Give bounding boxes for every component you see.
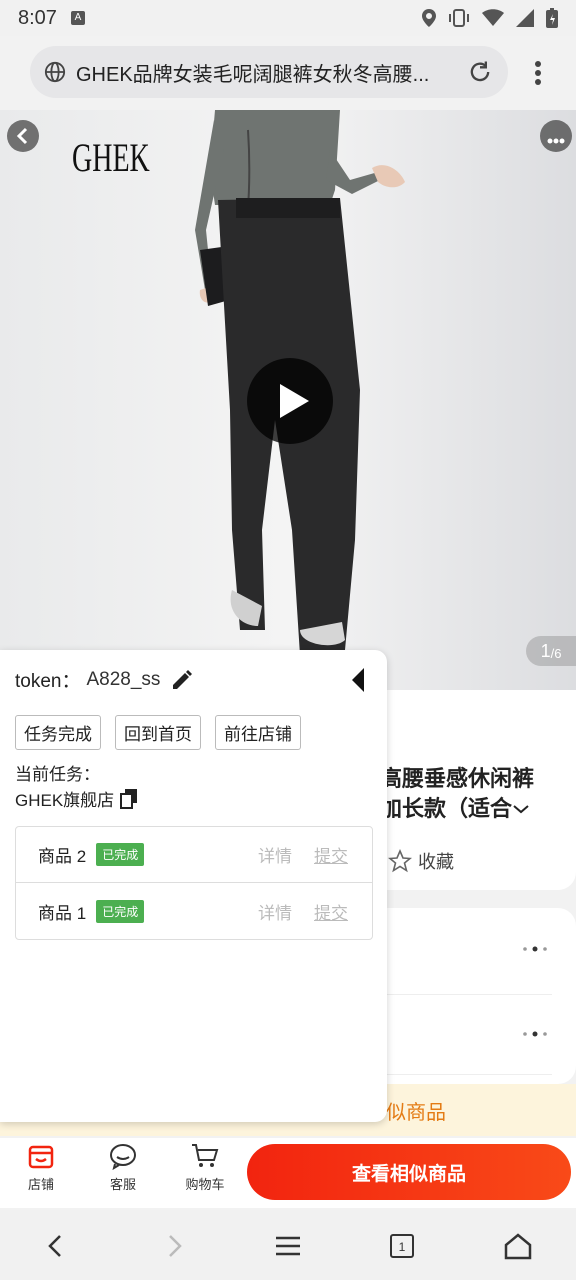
url-text[interactable]: GHEK品牌女装毛呢阔腿裤女秋冬高腰...	[76, 58, 460, 87]
forward-icon[interactable]	[158, 1230, 190, 1262]
battery-icon	[546, 8, 558, 28]
reload-icon[interactable]	[466, 58, 494, 86]
favorite-button[interactable]: 收藏	[388, 848, 454, 874]
task-complete-button[interactable]: 任务完成	[15, 715, 101, 750]
go-home-button[interactable]: 回到首页	[115, 715, 201, 750]
chevron-down-icon[interactable]	[512, 802, 530, 816]
browser-menu-icon[interactable]	[528, 58, 548, 88]
options-divider	[386, 994, 552, 995]
more-options-icon[interactable]	[520, 944, 550, 954]
browser-nav-bar: 1	[0, 1210, 576, 1280]
current-task-label: 当前任务：	[15, 765, 100, 784]
status-badge: 已完成	[96, 899, 145, 923]
collapse-panel-icon[interactable]	[348, 666, 368, 694]
task-item-name: 商品 1	[38, 903, 87, 923]
task-detail-link[interactable]: 详情	[258, 899, 292, 924]
current-task-name: GHEK旗舰店	[15, 791, 115, 810]
play-icon	[280, 384, 309, 418]
pager-current: 1	[540, 640, 551, 661]
view-similar-button[interactable]: 查看相似商品	[247, 1144, 571, 1200]
status-bar: 8:07 A	[0, 0, 576, 36]
task-row: 商品 2 已完成 详情 提交	[16, 827, 372, 883]
task-submit-link[interactable]: 提交	[314, 899, 348, 924]
edit-icon[interactable]	[170, 668, 194, 692]
globe-icon	[44, 61, 66, 83]
play-video-button[interactable]	[247, 358, 333, 444]
vibrate-icon	[449, 9, 469, 27]
task-submit-link[interactable]: 提交	[314, 842, 348, 867]
status-badge: 已完成	[96, 843, 145, 866]
brand-logo: GHEK	[72, 135, 150, 180]
shop-label: 店铺	[27, 1177, 54, 1192]
task-list: 商品 2 已完成 详情 提交 商品 1 已完成 详情 提交	[15, 826, 373, 940]
cart-tab[interactable]: 购物车	[170, 1142, 240, 1193]
product-image[interactable]: GHEK 1 /6	[0, 110, 576, 690]
service-tab[interactable]: 客服	[88, 1142, 158, 1193]
accessibility-icon: A	[70, 11, 85, 25]
cart-icon	[192, 1144, 219, 1167]
product-title[interactable]: 高腰垂感休闲裤 加长款（适合	[380, 764, 570, 824]
address-bar[interactable]: GHEK品牌女装毛呢阔腿裤女秋冬高腰...	[30, 46, 508, 98]
token-row: token： A828_ss	[15, 666, 194, 693]
panel-buttons: 任务完成 回到首页 前往店铺	[15, 715, 301, 750]
service-label: 客服	[109, 1177, 136, 1192]
more-dots-icon	[547, 138, 565, 144]
signal-icon	[516, 9, 534, 27]
product-title-line1: 高腰垂感休闲裤	[380, 766, 535, 791]
menu-icon[interactable]	[272, 1230, 304, 1262]
token-label: token：	[15, 671, 81, 692]
chat-icon	[110, 1144, 136, 1170]
bottom-action-bar: 店铺 客服 购物车 查看相似商品	[0, 1138, 576, 1208]
pager-total: /6	[550, 645, 562, 661]
product-title-line2: 加长款（适合	[380, 796, 513, 821]
favorite-label: 收藏	[418, 852, 454, 872]
go-to-shop-button[interactable]: 前往店铺	[215, 715, 301, 750]
task-item-name: 商品 2	[38, 847, 87, 866]
home-icon[interactable]	[502, 1230, 534, 1262]
task-row: 商品 1 已完成 详情 提交	[16, 883, 372, 939]
star-icon	[388, 849, 412, 873]
status-icons	[422, 8, 558, 28]
task-panel: token： A828_ss 任务完成 回到首页 前往店铺 当前任务： GHEK…	[0, 650, 387, 1122]
back-button[interactable]	[7, 120, 39, 152]
tabs-icon[interactable]: 1	[386, 1230, 418, 1262]
more-options-icon[interactable]	[520, 1029, 550, 1039]
back-icon[interactable]	[40, 1230, 72, 1262]
status-time: 8:07	[18, 6, 57, 29]
cart-label: 购物车	[185, 1177, 225, 1192]
current-task: GHEK旗舰店	[15, 786, 138, 811]
svg-text:1: 1	[399, 1240, 406, 1254]
token-value: A828_ss	[86, 668, 161, 690]
options-divider	[386, 1074, 552, 1075]
shop-icon	[28, 1145, 54, 1169]
location-icon	[422, 9, 436, 27]
wifi-icon	[482, 9, 504, 26]
chevron-left-icon	[16, 127, 28, 145]
more-button[interactable]	[540, 120, 572, 152]
task-detail-link[interactable]: 详情	[258, 842, 292, 867]
image-pager: 1 /6	[526, 636, 576, 666]
copy-icon[interactable]	[120, 788, 138, 809]
shop-tab[interactable]: 店铺	[6, 1142, 76, 1193]
